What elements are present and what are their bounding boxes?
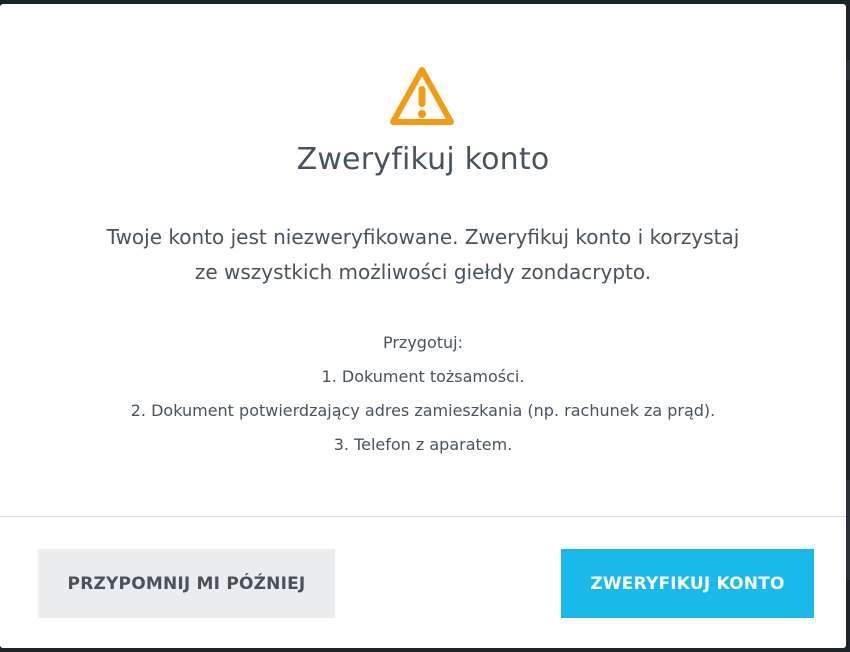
prepare-item: 2. Dokument potwierdzający adres zamiesz… <box>130 401 716 420</box>
prepare-list: Przygotuj: 1. Dokument tożsamości. 2. Do… <box>0 326 846 462</box>
verify-account-modal: Zweryfikuj konto Twoje konto jest niezwe… <box>0 4 846 648</box>
prepare-heading: Przygotuj: <box>382 333 463 352</box>
modal-title: Zweryfikuj konto <box>296 142 550 177</box>
warning-triangle-icon <box>389 66 455 128</box>
prepare-item: 3. Telefon z aparatem. <box>333 435 513 454</box>
remind-later-button[interactable]: PRZYPOMNIJ MI PÓŹNIEJ <box>38 549 335 618</box>
verify-account-button[interactable]: ZWERYFIKUJ KONTO <box>561 549 814 618</box>
description-line: ze wszystkich możliwości giełdy zondacry… <box>194 260 652 284</box>
footer-divider <box>0 516 846 517</box>
modal-description: Twoje konto jest niezweryfikowane. Zwery… <box>40 220 806 290</box>
description-line: Twoje konto jest niezweryfikowane. Zwery… <box>106 225 740 249</box>
prepare-item: 1. Dokument tożsamości. <box>321 367 525 386</box>
